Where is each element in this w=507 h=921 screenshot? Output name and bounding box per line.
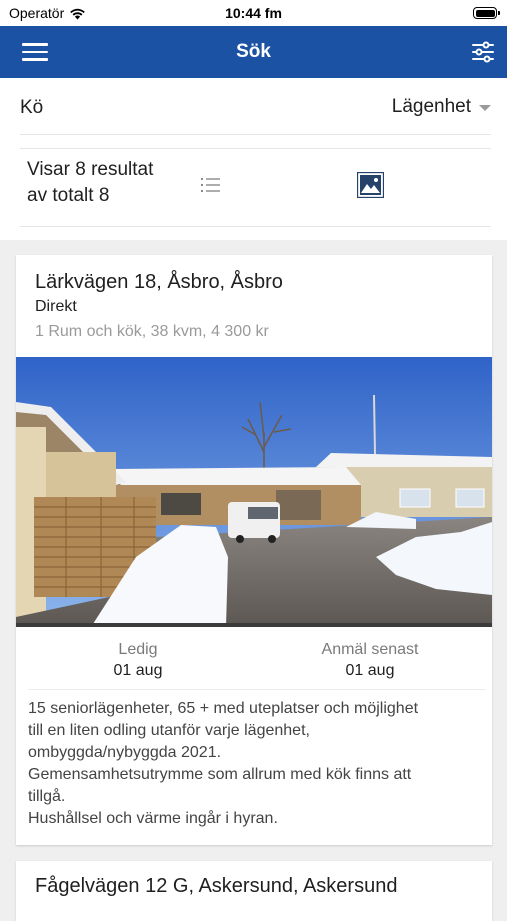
- image-view-icon[interactable]: [357, 172, 384, 198]
- navigation-bar: Sök: [0, 26, 507, 78]
- housing-type-value: Lägenhet: [391, 96, 471, 117]
- description-line: 15 seniorlägenheter, 65 + med uteplatser…: [28, 700, 419, 717]
- results-count-line1: Visar 8 resultat: [27, 159, 154, 180]
- listing-title: Fågelvägen 12 G, Askersund, Askersund: [35, 875, 398, 897]
- description-line: ombyggda/nybyggda 2021.: [28, 744, 222, 761]
- divider: [20, 148, 491, 149]
- description-line: tillgå.: [28, 788, 66, 805]
- listing-subtitle: Direkt: [35, 298, 77, 315]
- status-bar: Operatör 10:44 fm: [0, 0, 507, 26]
- page-title: Sök: [236, 41, 271, 62]
- housing-type-select[interactable]: Lägenhet: [392, 96, 491, 118]
- available-info: Ledig 01 aug: [76, 640, 200, 682]
- status-time: 10:44 fm: [225, 5, 282, 21]
- description-line: till en liten odling utanför varje lägen…: [28, 722, 310, 739]
- queue-label: Kö: [20, 97, 44, 118]
- list-view-icon[interactable]: [201, 177, 221, 193]
- deadline-date: 01 aug: [345, 662, 395, 679]
- results-count: Visar 8 resultat av totalt 8: [27, 157, 153, 209]
- listing-description: 15 seniorlägenheter, 65 + med uteplatser…: [28, 698, 488, 830]
- divider: [20, 134, 491, 135]
- listing-card[interactable]: Lärkvägen 18, Åsbro, Åsbro Direkt 1 Rum …: [16, 255, 492, 845]
- description-line: Hushållsel och värme ingår i hyran.: [28, 810, 278, 827]
- divider: [28, 689, 486, 690]
- listing-title: Lärkvägen 18, Åsbro, Åsbro: [35, 271, 283, 293]
- available-label: Ledig: [118, 641, 158, 658]
- results-count-line2: av totalt 8: [27, 185, 110, 206]
- listing-details: 1 Rum och kök, 38 kvm, 4 300 kr: [35, 323, 269, 340]
- sliders-filter-icon[interactable]: [471, 40, 495, 64]
- available-date: 01 aug: [113, 662, 163, 679]
- deadline-label: Anmäl senast: [321, 641, 419, 658]
- description-line: Gemensamhetsutrymme som allrum med kök f…: [28, 766, 412, 783]
- deadline-info: Anmäl senast 01 aug: [296, 640, 444, 682]
- listing-photo: [16, 357, 492, 627]
- chevron-down-icon: [479, 105, 491, 111]
- battery-icon: [473, 7, 500, 19]
- divider: [20, 226, 491, 227]
- listing-card[interactable]: Fågelvägen 12 G, Askersund, Askersund: [16, 861, 492, 921]
